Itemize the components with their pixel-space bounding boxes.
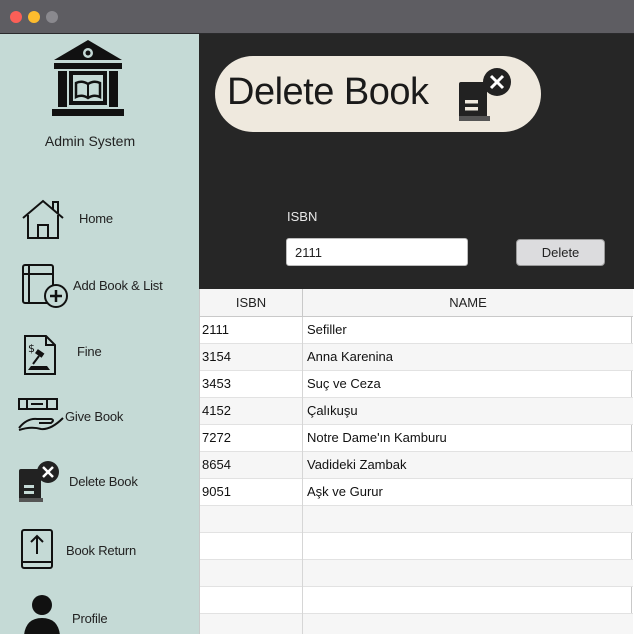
fine-document-icon: $	[24, 335, 56, 375]
cell-name: Notre Dame'ın Kamburu	[307, 430, 447, 445]
cell-name: Suç ve Ceza	[307, 376, 381, 391]
table-row[interactable]: 2111 Sefiller	[200, 317, 633, 344]
cell-name: Aşk ve Gurur	[307, 484, 383, 499]
table-row[interactable]	[200, 614, 633, 634]
cell-isbn: 8654	[200, 452, 303, 479]
column-header-name[interactable]: NAME	[303, 289, 633, 317]
table-row[interactable]: 3154 Anna Karenina	[200, 344, 633, 371]
sidebar: Admin System Home Add Book & List $ Fine…	[0, 34, 199, 634]
cell-name: Sefiller	[307, 322, 347, 337]
page-title: Delete Book	[227, 71, 429, 113]
cell-name: Vadideki Zambak	[307, 457, 407, 472]
cell-name	[303, 614, 633, 634]
cell-name: Anna Karenina	[307, 349, 394, 364]
close-window-button[interactable]	[10, 11, 22, 23]
cell-isbn: 3453	[200, 371, 303, 398]
cell-name	[303, 560, 633, 586]
table-row[interactable]: 9051 Aşk ve Gurur	[200, 479, 633, 506]
table-row[interactable]: 3453 Suç ve Ceza	[200, 371, 633, 398]
cell-isbn: 7272	[200, 425, 303, 452]
svg-text:$: $	[28, 342, 35, 355]
sidebar-item-fine[interactable]: $ Fine	[0, 324, 199, 380]
table-header: ISBN NAME	[200, 289, 633, 317]
sidebar-item-label: Give Book	[65, 409, 124, 424]
cell-name	[303, 587, 633, 613]
books-table[interactable]: ISBN NAME 2111 Sefiller 3154 Anna Karenina…	[199, 289, 633, 634]
profile-icon	[24, 595, 60, 634]
book-return-icon	[21, 529, 53, 569]
add-book-icon	[22, 264, 68, 308]
table-row[interactable]: 8654 Vadideki Zambak	[200, 452, 633, 479]
home-icon	[22, 199, 64, 239]
cell-name: Çalıkuşu	[307, 403, 358, 418]
table-body: 2111 Sefiller 3154 Anna Karenina 3453 Suç v…	[200, 317, 633, 634]
table-row[interactable]	[200, 506, 633, 533]
main-header-area: Delete Book ISBN Delete	[199, 34, 634, 289]
sidebar-item-label: Delete Book	[69, 474, 138, 489]
window-titlebar	[0, 0, 634, 34]
isbn-label: ISBN	[287, 209, 318, 224]
give-book-icon	[18, 398, 64, 431]
cell-isbn: 3154	[200, 344, 303, 371]
sidebar-item-label: Add Book & List	[73, 278, 163, 293]
delete-book-icon	[19, 461, 59, 502]
sidebar-item-label: Home	[79, 211, 113, 226]
cell-isbn: 9051	[200, 479, 303, 506]
delete-button-label: Delete	[541, 245, 580, 260]
table-row[interactable]: 7272 Notre Dame'ın Kamburu	[200, 425, 633, 452]
library-building-icon	[52, 40, 124, 116]
sidebar-item-label: Fine	[77, 344, 102, 359]
delete-book-icon	[459, 68, 511, 121]
cell-isbn	[200, 560, 303, 587]
cell-name	[303, 506, 633, 532]
sidebar-item-profile[interactable]: Profile	[0, 589, 199, 634]
table-row[interactable]: 4152 Çalıkuşu	[200, 398, 633, 425]
cell-isbn: 2111	[200, 317, 303, 344]
sidebar-item-home[interactable]: Home	[0, 189, 199, 245]
sidebar-item-add-book-list[interactable]: Add Book & List	[0, 256, 199, 312]
sidebar-item-label: Profile	[72, 611, 108, 626]
admin-system-title: Admin System	[44, 133, 136, 149]
table-row[interactable]	[200, 533, 633, 560]
table-row[interactable]	[200, 587, 633, 614]
cell-isbn: 4152	[200, 398, 303, 425]
cell-isbn	[200, 614, 303, 634]
header-banner: Delete Book	[215, 56, 541, 132]
cell-isbn	[200, 533, 303, 560]
sidebar-item-give-book[interactable]: Give Book	[0, 391, 199, 447]
sidebar-item-book-return[interactable]: Book Return	[0, 521, 199, 577]
table-row[interactable]	[200, 560, 633, 587]
zoom-window-button[interactable]	[46, 11, 58, 23]
sidebar-item-label: Book Return	[66, 543, 137, 558]
minimize-window-button[interactable]	[28, 11, 40, 23]
cell-name	[303, 533, 633, 559]
delete-button[interactable]: Delete	[516, 239, 605, 266]
cell-isbn	[200, 587, 303, 614]
column-header-isbn[interactable]: ISBN	[200, 289, 303, 317]
cell-isbn	[200, 506, 303, 533]
isbn-input[interactable]	[286, 238, 468, 266]
sidebar-item-delete-book[interactable]: Delete Book	[0, 453, 199, 509]
